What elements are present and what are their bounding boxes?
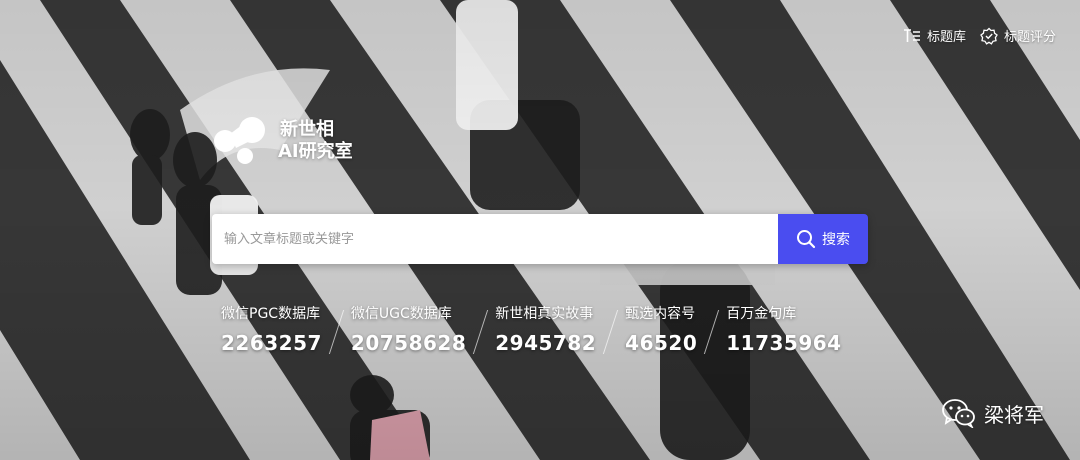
stat-value: 2263257	[221, 331, 322, 355]
title-score-label: 标题评分	[1003, 30, 1056, 45]
search-button[interactable]: 搜索	[778, 214, 868, 264]
stat-quotes: 百万金句库 11735964	[726, 304, 841, 358]
top-links: 标题库 标题评分	[903, 26, 1056, 45]
stat-value: 46520	[625, 331, 698, 355]
stat-label: 新世相真实故事	[495, 306, 594, 322]
title-score-link[interactable]: 标题评分	[980, 26, 1056, 45]
list-title-icon	[903, 28, 920, 42]
stat-value: 2945782	[495, 331, 597, 355]
stats-row: 微信PGC数据库 2263257 微信UGC数据库 20758628 新世相真实…	[221, 304, 842, 358]
title-library-link[interactable]: 标题库	[903, 26, 966, 45]
stat-label: 微信UGC数据库	[350, 306, 452, 322]
stat-value: 11735964	[726, 331, 842, 355]
stat-divider	[473, 310, 489, 354]
logo-text: 新世相 AI研究室	[278, 119, 353, 163]
search-input[interactable]	[212, 214, 778, 264]
logo-mark-icon	[214, 117, 265, 164]
hero-banner: 标题库 标题评分 新世相 AI研究室 输入文章标题或关键字 搜索 微信PGC数据…	[0, 0, 1080, 460]
watermark: 梁将军	[942, 398, 1044, 428]
stat-label: 百万金句库	[726, 306, 797, 322]
watermark-text: 梁将军	[984, 402, 1044, 427]
stat-pgc: 微信PGC数据库 2263257	[221, 304, 322, 358]
stat-divider	[328, 310, 345, 354]
wechat-icon	[942, 399, 975, 428]
logo-line-2: AI研究室	[278, 141, 353, 162]
stat-divider	[603, 310, 619, 354]
logo[interactable]: 新世相 AI研究室	[212, 116, 353, 166]
stat-value: 20758628	[350, 331, 467, 355]
stat-label: 甄选内容号	[625, 306, 696, 322]
search-bar: 搜索	[212, 214, 868, 264]
logo-line-1: 新世相	[280, 119, 334, 140]
score-badge-icon	[980, 27, 998, 45]
stat-true-stories: 新世相真实故事 2945782	[495, 304, 596, 358]
stat-divider	[704, 310, 720, 354]
title-library-label: 标题库	[926, 30, 966, 45]
search-icon	[797, 230, 816, 249]
search-button-label: 搜索	[822, 232, 850, 248]
stat-label: 微信PGC数据库	[221, 306, 321, 322]
stat-ugc: 微信UGC数据库 20758628	[351, 304, 466, 358]
stat-curated-accounts: 甄选内容号 46520	[625, 304, 697, 358]
